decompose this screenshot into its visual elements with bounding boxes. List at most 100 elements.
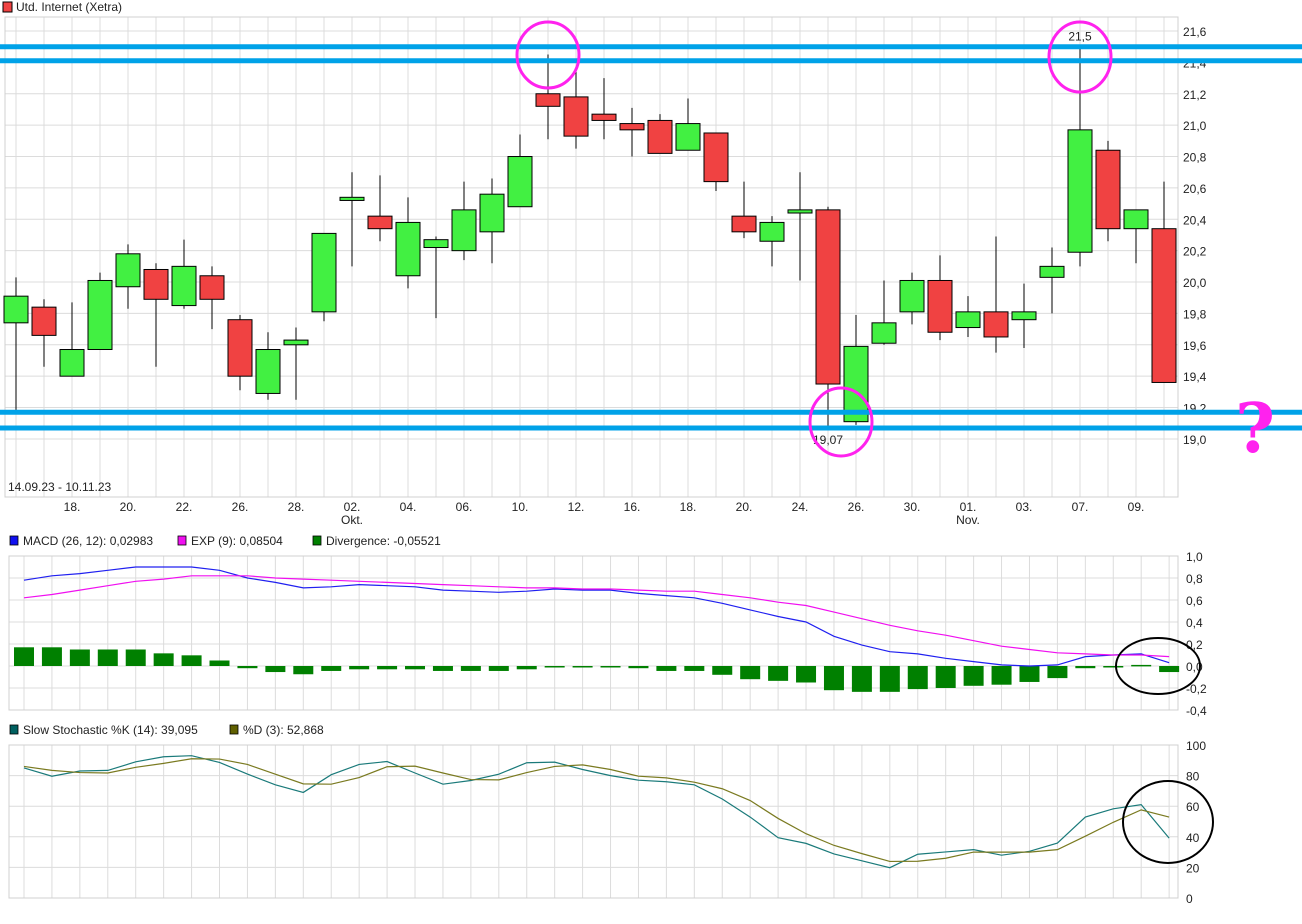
candle-body xyxy=(311,232,337,313)
x-month-label: Okt. xyxy=(341,513,363,527)
candle xyxy=(143,263,169,367)
candle xyxy=(395,197,421,289)
legend-label: EXP (9): 0,08504 xyxy=(191,534,283,548)
candle xyxy=(647,114,673,154)
y-tick-label: 1,0 xyxy=(1186,550,1203,564)
candle-body xyxy=(143,268,169,300)
candle-body xyxy=(451,209,477,252)
candle xyxy=(1039,247,1065,314)
divergence-bar xyxy=(544,666,565,668)
y-tick-label: 0,8 xyxy=(1186,572,1203,586)
x-tick-label: 18. xyxy=(680,500,697,514)
candle xyxy=(1123,209,1149,264)
candle-body xyxy=(731,215,757,233)
candle xyxy=(619,107,645,157)
divergence-bar xyxy=(768,666,789,681)
x-tick-label: 07. xyxy=(1072,500,1089,514)
candle xyxy=(451,181,477,261)
divergence-bar xyxy=(460,666,481,671)
y-tick-label: 20,0 xyxy=(1183,276,1207,290)
y-tick-label: 0,4 xyxy=(1186,616,1203,630)
y-tick-label: -0,4 xyxy=(1186,704,1207,718)
x-tick-label: 30. xyxy=(904,500,921,514)
stochastic-d-line xyxy=(23,758,1170,863)
plot-frame xyxy=(8,555,1179,711)
divergence-bar xyxy=(181,655,202,666)
candle xyxy=(1067,46,1093,267)
candle-body xyxy=(1067,129,1093,253)
x-tick-label: 04. xyxy=(400,500,417,514)
candle xyxy=(675,98,701,151)
legend-swatch xyxy=(312,535,322,546)
legend-label: Slow Stochastic %K (14): 39,095 xyxy=(23,723,198,737)
candle xyxy=(199,266,225,330)
candle xyxy=(815,206,841,428)
candle-body xyxy=(339,196,365,201)
divergence-bar xyxy=(823,666,844,691)
candle-body xyxy=(1151,228,1177,383)
candle xyxy=(983,236,1009,353)
candle xyxy=(283,327,309,400)
candle-body xyxy=(619,123,645,131)
y-tick-label: 21,2 xyxy=(1183,88,1207,102)
y-tick-label: 21,0 xyxy=(1183,119,1207,133)
candle-body xyxy=(3,295,29,324)
divergence-bar xyxy=(740,666,761,680)
divergence-bar xyxy=(405,666,426,670)
candle-body xyxy=(591,113,617,121)
divergence-bar xyxy=(237,666,258,669)
divergence-bar xyxy=(907,666,928,690)
candle xyxy=(843,314,869,425)
candle xyxy=(1151,181,1177,383)
divergence-bar xyxy=(488,666,509,671)
candle xyxy=(731,181,757,239)
divergence-bar xyxy=(41,647,62,666)
date-range-label: 14.09.23 - 10.11.23 xyxy=(8,480,112,494)
candle-body xyxy=(87,279,113,351)
x-tick-label: 01. xyxy=(960,500,977,514)
y-tick-label: 20,8 xyxy=(1183,151,1207,165)
divergence-bar xyxy=(432,666,453,671)
y-tick-label: 21,6 xyxy=(1183,25,1207,39)
x-tick-label: 24. xyxy=(792,500,809,514)
candle-body xyxy=(563,96,589,137)
x-tick-label: 02. xyxy=(344,500,361,514)
value-label: 21,5 xyxy=(1068,30,1092,44)
candle xyxy=(787,172,813,281)
x-tick-label: 26. xyxy=(232,500,249,514)
candle-body xyxy=(647,119,673,154)
candle-body xyxy=(899,279,925,313)
divergence-bar xyxy=(656,666,677,671)
candle-body xyxy=(199,275,225,300)
candle xyxy=(899,272,925,325)
y-tick-label: 40 xyxy=(1186,831,1200,845)
stock-chart: 19,019,219,419,619,820,020,220,420,620,8… xyxy=(0,0,1302,906)
legend-swatch xyxy=(2,1,13,13)
candle xyxy=(171,239,197,309)
candle-body xyxy=(1123,209,1149,230)
candle xyxy=(423,236,449,319)
candle-body xyxy=(535,93,561,107)
candle-body xyxy=(59,349,85,377)
y-tick-label: 60 xyxy=(1186,800,1200,814)
divergence-bar xyxy=(1103,666,1124,668)
divergence-bar xyxy=(265,666,286,673)
divergence-bar xyxy=(321,666,342,671)
y-tick-label: 20,2 xyxy=(1183,245,1207,259)
x-tick-label: 06. xyxy=(456,500,473,514)
divergence-bar xyxy=(684,666,705,671)
candle-body xyxy=(507,156,533,208)
x-tick-label: 26. xyxy=(848,500,865,514)
candle-body xyxy=(871,322,897,344)
y-tick-label: 19,8 xyxy=(1183,307,1207,321)
candle xyxy=(871,280,897,345)
candle xyxy=(759,216,785,267)
legend-swatch xyxy=(9,535,19,546)
candle xyxy=(367,175,393,242)
candle-body xyxy=(983,311,1009,338)
candle-body xyxy=(927,279,953,333)
candle xyxy=(507,134,533,208)
x-tick-label: 10. xyxy=(512,500,529,514)
candle xyxy=(311,232,337,322)
y-tick-label: 19,4 xyxy=(1183,370,1207,384)
